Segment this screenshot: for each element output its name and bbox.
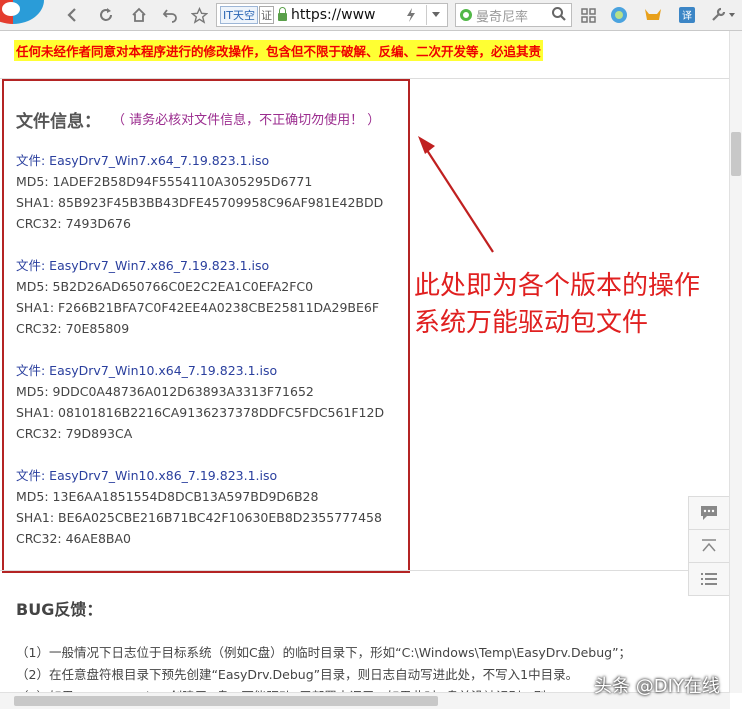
extension-fox-icon[interactable] <box>640 5 666 25</box>
file-name[interactable]: 文件: EasyDrv7_Win7.x64_7.19.823.1.iso <box>16 150 383 171</box>
annotation-line: 系统万能驱动包文件 <box>414 308 649 338</box>
bug-line: （1）一般情况下日志位于目标系统（例如C盘）的临时目录下，形如“C:\Windo… <box>16 645 632 660</box>
translate-icon[interactable]: 译 <box>676 5 698 25</box>
annotation-text: 此处即为各个版本的操作 系统万能驱动包文件 <box>414 268 700 342</box>
favorite-star-icon[interactable] <box>188 5 210 25</box>
lightning-icon[interactable] <box>400 5 422 25</box>
crc32-value: CRC32: 7493D676 <box>16 216 131 231</box>
md5-value: MD5: 1ADEF2B58D94F5554110A305295D6771 <box>16 174 313 189</box>
sha1-value: SHA1: F266B21BFA7C0F42EE4A0238CBE25811DA… <box>16 300 380 315</box>
comment-icon <box>701 506 717 520</box>
file-info-heading: 文件信息： <box>16 112 101 132</box>
bug-heading: BUG反馈： <box>16 600 103 619</box>
bug-line: （2）在任意盘符根目录下预先创建“EasyDrv.Debug”目录，则日志自动写… <box>16 667 579 682</box>
sha1-value: SHA1: BE6A025CBE216B71BC42F10630EB8D2355… <box>16 510 382 525</box>
undo-close-tab-icon[interactable] <box>159 5 181 25</box>
file-name[interactable]: 文件: EasyDrv7_Win10.x64_7.19.823.1.iso <box>16 360 384 381</box>
back-to-top-icon <box>702 539 716 552</box>
address-dropdown-icon[interactable] <box>426 5 445 25</box>
file-entry: 文件: EasyDrv7_Win10.x86_7.19.823.1.iso MD… <box>16 465 382 549</box>
search-icon[interactable] <box>551 6 567 26</box>
search-engine-icon[interactable] <box>460 9 472 21</box>
annotation-line: 此处即为各个版本的操作 <box>414 271 701 301</box>
crc32-value: CRC32: 79D893CA <box>16 426 133 441</box>
file-name[interactable]: 文件: EasyDrv7_Win7.x86_7.19.823.1.iso <box>16 255 379 276</box>
file-entry: 文件: EasyDrv7_Win10.x64_7.19.823.1.iso MD… <box>16 360 384 444</box>
site-badge: IT天空 <box>220 6 258 24</box>
cert-badge[interactable]: 证 <box>258 6 274 24</box>
home-icon[interactable] <box>128 5 150 25</box>
file-entry: 文件: EasyDrv7_Win7.x64_7.19.823.1.iso MD5… <box>16 150 383 234</box>
browser-logo-icon[interactable] <box>0 0 44 24</box>
md5-value: MD5: 13E6AA1851554D8DCB13A597BD9D6B28 <box>16 489 319 504</box>
svg-text:译: 译 <box>682 10 692 22</box>
horizontal-scroll-thumb[interactable] <box>14 696 438 706</box>
comment-button[interactable] <box>688 496 730 530</box>
vertical-scrollbar[interactable] <box>729 31 742 693</box>
menu-list-button[interactable] <box>688 562 730 596</box>
sha1-value: SHA1: 85B923F45B3BB43DFE45709958C96AF981… <box>16 195 384 210</box>
refresh-icon[interactable] <box>95 5 117 25</box>
file-info-warning: （ 请务必核对文件信息，不正确切勿使用！ ） <box>112 113 381 128</box>
md5-value: MD5: 5B2D26AD650766C0E2C2EA1C0EFA2FC0 <box>16 279 314 294</box>
sha1-value: SHA1: 08101816B2216CA9136237378DDFC5FDC5… <box>16 405 385 420</box>
crc32-value: CRC32: 46AE8BA0 <box>16 531 131 546</box>
md5-value: MD5: 9DDC0A48736A012D63893A3313F71652 <box>16 384 314 399</box>
watermark: 头条 @DIY在线 <box>594 676 720 697</box>
crc32-value: CRC32: 70E85809 <box>16 321 130 336</box>
file-entry: 文件: EasyDrv7_Win7.x86_7.19.823.1.iso MD5… <box>16 255 379 339</box>
back-icon[interactable] <box>62 5 84 25</box>
annotation-arrow <box>418 136 494 253</box>
browser-toolbar: IT天空 证 https://www 曼奇尼率 译 <box>0 0 742 31</box>
url-text[interactable]: https://www <box>291 7 376 23</box>
file-name[interactable]: 文件: EasyDrv7_Win10.x86_7.19.823.1.iso <box>16 465 382 486</box>
settings-wrench-icon[interactable] <box>708 5 738 25</box>
copyright-notice: 任何未经作者同意对本程序进行的修改操作，包含但不限于破解、反编、二次开发等，必追… <box>14 40 544 61</box>
list-icon <box>701 573 717 585</box>
vertical-scroll-thumb[interactable] <box>731 132 741 176</box>
search-input[interactable]: 曼奇尼率 <box>455 3 572 27</box>
extension-circle-icon[interactable] <box>608 5 630 25</box>
search-placeholder: 曼奇尼率 <box>476 9 529 25</box>
grid-apps-icon[interactable] <box>577 5 599 25</box>
back-to-top-button[interactable] <box>688 529 730 563</box>
divider <box>0 570 730 571</box>
lock-icon <box>277 7 287 21</box>
